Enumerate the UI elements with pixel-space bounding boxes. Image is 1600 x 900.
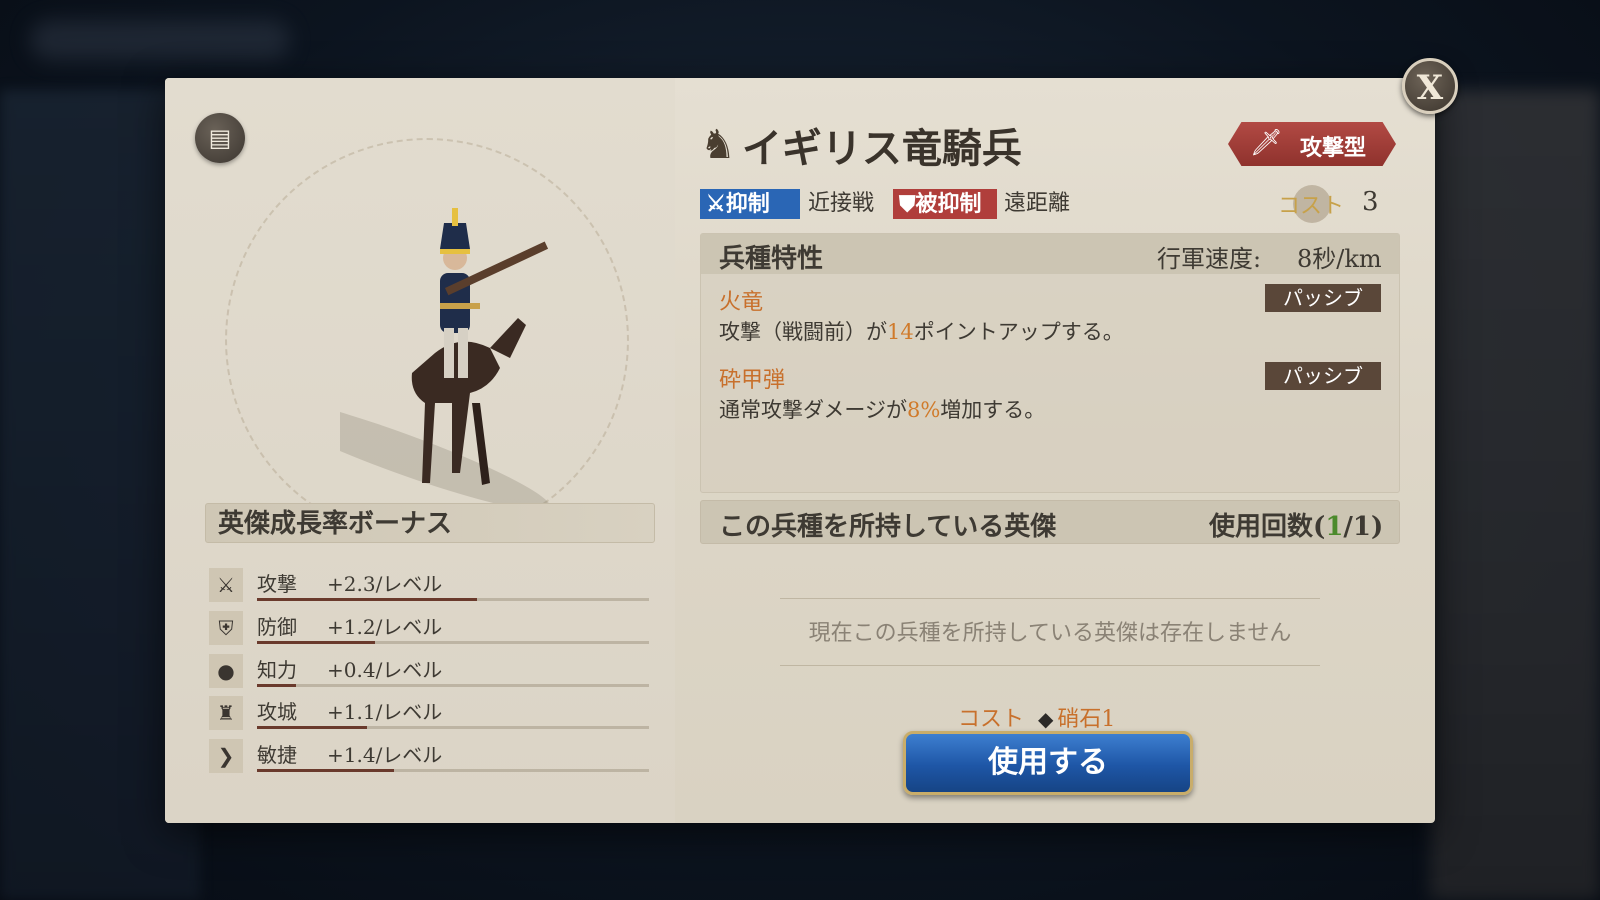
use-cost: コスト ◆ 硝石1 — [958, 701, 1115, 733]
shield-icon: ⛨ — [209, 611, 243, 645]
stat-name: 敏捷 — [257, 743, 297, 767]
cavalry-horse-icon: ♞ — [700, 122, 736, 168]
growth-stat-defense: ⛨ 防御 +1.2/レベル — [209, 609, 654, 647]
stat-bar-fill — [257, 641, 375, 644]
unit-traits-panel: 兵種特性 行軍速度: 8秒/km 火竜 パッシブ 攻撃（戦闘前）が14ポイントア… — [700, 233, 1400, 493]
stat-bar — [257, 598, 649, 601]
unit-preview-panel: ▤ 英傑成長率ボーナス ⚔ 攻撃 +2.3/レベル ⛨ 防御 +1.2/レベル … — [165, 78, 675, 823]
stat-bar-fill — [257, 684, 297, 687]
cost-value: 3 — [1362, 187, 1379, 217]
passive-tag: パッシブ — [1265, 362, 1381, 390]
stat-value: +1.4/レベル — [327, 743, 443, 767]
use-count: 使用回数(1/1) — [1209, 512, 1384, 542]
shield-icon: ⛊ — [899, 191, 916, 217]
suppressed-by: 遠距離 — [1004, 191, 1071, 216]
stat-value: +1.1/レベル — [327, 700, 443, 724]
stat-bar-fill — [257, 769, 395, 772]
stat-name: 防御 — [257, 615, 297, 639]
trait-description: 通常攻撃ダメージが8%増加する。 — [719, 398, 1046, 422]
use-button[interactable]: 使用する — [903, 731, 1193, 795]
growth-stat-intellect: ● 知力 +0.4/レベル — [209, 652, 654, 690]
owners-header: この兵種を所持している英傑 使用回数(1/1) — [700, 500, 1400, 544]
owners-title: この兵種を所持している英傑 — [719, 512, 1057, 542]
suppress-label: 抑制 — [725, 191, 770, 217]
suppress-target: 近接戦 — [808, 191, 875, 216]
trait-name: 砕甲弾 — [719, 368, 786, 393]
unit-title: ♞ イギリス竜騎兵 — [700, 115, 1022, 175]
suppressed-tag: ⛊被抑制 — [893, 189, 997, 219]
unit-type-badge: 🗡 攻撃型 — [1228, 122, 1396, 166]
use-cost-label: コスト — [958, 707, 1025, 732]
crossed-swords-icon: ⚔ — [706, 191, 726, 217]
march-speed-label: 行軍速度: — [1157, 245, 1262, 273]
growth-stat-agility: ❯ 敏捷 +1.4/レベル — [209, 737, 654, 775]
book-icon: ▤ — [208, 124, 232, 152]
dragoon-unit-model[interactable] — [340, 153, 560, 513]
empty-owners-message: 現在この兵種を所持している英傑は存在しません — [808, 621, 1292, 646]
traits-header: 兵種特性 行軍速度: 8秒/km — [701, 234, 1399, 274]
background-topbar — [30, 20, 290, 60]
growth-stat-attack: ⚔ 攻撃 +2.3/レベル — [209, 566, 654, 604]
suppress-tag: ⚔抑制 — [700, 189, 800, 219]
close-button[interactable]: X — [1402, 58, 1458, 114]
passive-tag: パッシブ — [1265, 284, 1381, 312]
stat-bar — [257, 641, 649, 644]
growth-bonus-header: 英傑成長率ボーナス — [205, 503, 655, 543]
stat-value: +0.4/レベル — [327, 658, 443, 682]
head-icon: ● — [209, 654, 243, 688]
trait-description: 攻撃（戦闘前）が14ポイントアップする。 — [719, 320, 1124, 344]
stat-bar-fill — [257, 598, 477, 601]
use-cost-item: 硝石1 — [1057, 707, 1116, 732]
castle-icon: ♜ — [209, 696, 243, 730]
cost-label: コスト — [1278, 194, 1345, 219]
stat-name: 攻撃 — [257, 572, 297, 596]
saltpeter-icon: ◆ — [1038, 707, 1054, 731]
boot-icon: ❯ — [209, 739, 243, 773]
stat-name: 知力 — [257, 658, 297, 682]
stat-name: 攻城 — [257, 700, 297, 724]
suppressed-label: 被抑制 — [915, 191, 982, 217]
encyclopedia-book-button[interactable]: ▤ — [195, 113, 245, 163]
stat-value: +2.3/レベル — [327, 572, 443, 596]
trait-name: 火竜 — [719, 290, 764, 315]
stat-bar — [257, 726, 649, 729]
growth-stat-siege: ♜ 攻城 +1.1/レベル — [209, 694, 654, 732]
unit-type-label: 攻撃型 — [1300, 135, 1367, 161]
background-right-panel — [1430, 90, 1600, 900]
march-speed-value: 8秒/km — [1297, 245, 1382, 273]
stat-bar-fill — [257, 726, 367, 729]
sword-icon: 🗡 — [1250, 128, 1284, 158]
unit-name: イギリス竜騎兵 — [741, 125, 1022, 172]
stat-bar — [257, 769, 649, 772]
traits-title: 兵種特性 — [719, 244, 824, 274]
sword-icon: ⚔ — [209, 568, 243, 602]
stat-value: +1.2/レベル — [327, 615, 443, 639]
stat-bar — [257, 684, 649, 687]
